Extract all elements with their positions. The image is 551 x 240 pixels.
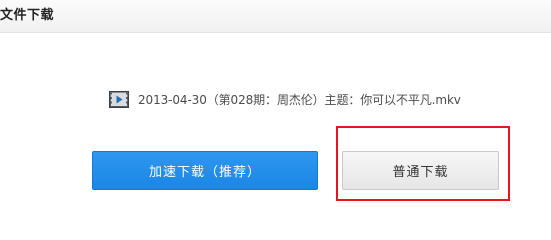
fast-download-button[interactable]: 加速下载（推荐）	[92, 151, 318, 190]
normal-download-button[interactable]: 普通下载	[342, 151, 499, 190]
file-info: 2013-04-30（第028期：周杰伦）主题：你可以不平凡.mkv	[109, 89, 461, 109]
file-name: 2013-04-30（第028期：周杰伦）主题：你可以不平凡.mkv	[138, 92, 461, 107]
dialog-title: 文件下载	[0, 8, 55, 23]
fast-download-label: 加速下载（推荐）	[148, 165, 261, 180]
normal-download-label: 普通下载	[392, 165, 449, 180]
dialog-title-bar: 文件下载	[0, 0, 551, 33]
video-file-icon	[109, 90, 129, 108]
